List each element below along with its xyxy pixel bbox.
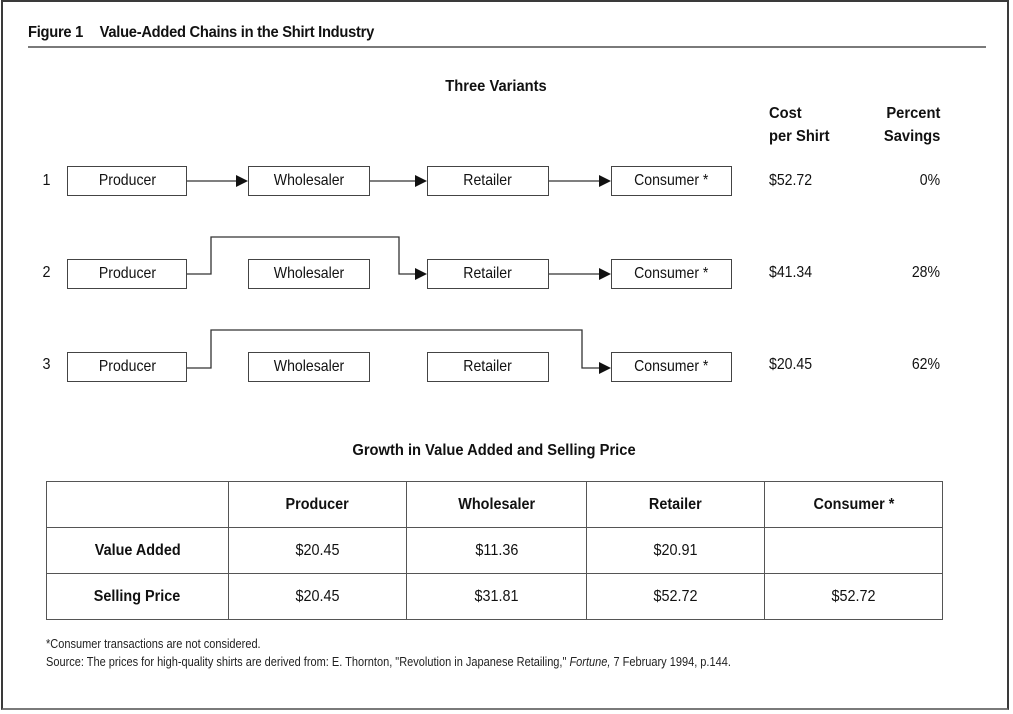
- box-label: Consumer *: [634, 172, 709, 189]
- source-footnote: Source: The prices for high-quality shir…: [46, 655, 731, 669]
- variant-number-2: 2: [42, 264, 51, 281]
- header-cell-retailer: Retailer: [586, 481, 766, 528]
- box-label: Consumer *: [634, 265, 709, 282]
- arrowhead-r1-1: [236, 175, 248, 187]
- row-label-text: Selling Price: [94, 587, 181, 605]
- r2-consumer-box: Consumer *: [611, 259, 732, 289]
- box-label: Retailer: [463, 358, 513, 375]
- box-label: Consumer *: [634, 358, 709, 375]
- table-row: Selling Price $20.45 $31.81 $52.72 $52.7…: [46, 573, 943, 620]
- box-label: Producer: [98, 172, 156, 189]
- r1-cost: $52.72: [769, 172, 813, 189]
- table-cell: $20.45: [227, 527, 407, 574]
- header-text: Consumer *: [813, 495, 894, 513]
- cell-value: $52.72: [831, 587, 876, 605]
- r2-producer-box: Producer: [67, 259, 187, 289]
- r3-wholesaler-box: Wholesaler: [248, 352, 370, 382]
- arrowhead-r1-3: [599, 175, 611, 187]
- arrowhead-r2-2: [599, 268, 611, 280]
- r3-savings: 62%: [911, 356, 940, 373]
- box-label: Wholesaler: [273, 265, 345, 282]
- arrowhead-r3-1: [599, 362, 611, 374]
- variant-number-1: 1: [42, 172, 51, 189]
- table-cell: [764, 527, 943, 574]
- consumer-footnote: *Consumer transactions are not considere…: [46, 637, 261, 651]
- table-cell: $52.72: [586, 573, 766, 620]
- r3-producer-box: Producer: [67, 352, 187, 382]
- growth-table-title: Growth in Value Added and Selling Price: [352, 442, 636, 459]
- arrowhead-r2-1: [415, 268, 427, 280]
- cell-value: $31.81: [474, 587, 519, 605]
- box-label: Wholesaler: [273, 172, 345, 189]
- r3-retailer-box: Retailer: [427, 352, 549, 382]
- header-cell-producer: Producer: [227, 481, 407, 528]
- cell-value: $11.36: [474, 541, 518, 559]
- row-label-text: Value Added: [94, 541, 181, 559]
- header-cell-empty: [46, 481, 229, 528]
- table-cell: $52.72: [764, 573, 943, 620]
- r1-retailer-box: Retailer: [427, 166, 549, 196]
- cell-value: $52.72: [653, 587, 698, 605]
- box-label: Wholesaler: [273, 358, 345, 375]
- box-label: Producer: [98, 358, 156, 375]
- table-row: Value Added $20.45 $11.36 $20.91: [46, 527, 943, 574]
- header-cell-consumer: Consumer *: [764, 481, 943, 528]
- r1-producer-box: Producer: [67, 166, 187, 196]
- row-label-value-added: Value Added: [46, 527, 229, 574]
- source-suffix: 7 February 1994, p.144.: [610, 655, 731, 669]
- header-text: Wholesaler: [458, 495, 535, 513]
- table-header-row: Producer Wholesaler Retailer Consumer *: [46, 481, 943, 528]
- table-cell: $20.45: [227, 573, 407, 620]
- cell-value: $20.45: [295, 587, 340, 605]
- r2-cost: $41.34: [769, 264, 813, 281]
- header-text: Retailer: [649, 495, 703, 513]
- variant-number-3: 3: [42, 356, 51, 373]
- table-cell: $31.81: [405, 573, 588, 620]
- box-label: Producer: [98, 265, 156, 282]
- table-cell: $20.91: [586, 527, 766, 574]
- header-cell-wholesaler: Wholesaler: [405, 481, 588, 528]
- r2-wholesaler-box: Wholesaler: [248, 259, 370, 289]
- row-label-selling-price: Selling Price: [46, 573, 229, 620]
- source-prefix: Source: The prices for high-quality shir…: [46, 655, 570, 669]
- r1-wholesaler-box: Wholesaler: [248, 166, 370, 196]
- cell-value: $20.45: [295, 541, 340, 559]
- box-label: Retailer: [463, 265, 513, 282]
- r2-savings: 28%: [911, 264, 940, 281]
- growth-table: Producer Wholesaler Retailer Consumer * …: [46, 481, 943, 620]
- r3-consumer-box: Consumer *: [611, 352, 732, 382]
- arrowhead-r1-2: [415, 175, 427, 187]
- header-text: Producer: [285, 495, 349, 513]
- box-label: Retailer: [463, 172, 513, 189]
- cell-value: $20.91: [653, 541, 698, 559]
- source-publication: Fortune,: [569, 655, 611, 669]
- r3-cost: $20.45: [769, 356, 813, 373]
- r1-savings: 0%: [919, 172, 940, 189]
- table-cell: $11.36: [405, 527, 588, 574]
- r1-consumer-box: Consumer *: [611, 166, 732, 196]
- r2-retailer-box: Retailer: [427, 259, 549, 289]
